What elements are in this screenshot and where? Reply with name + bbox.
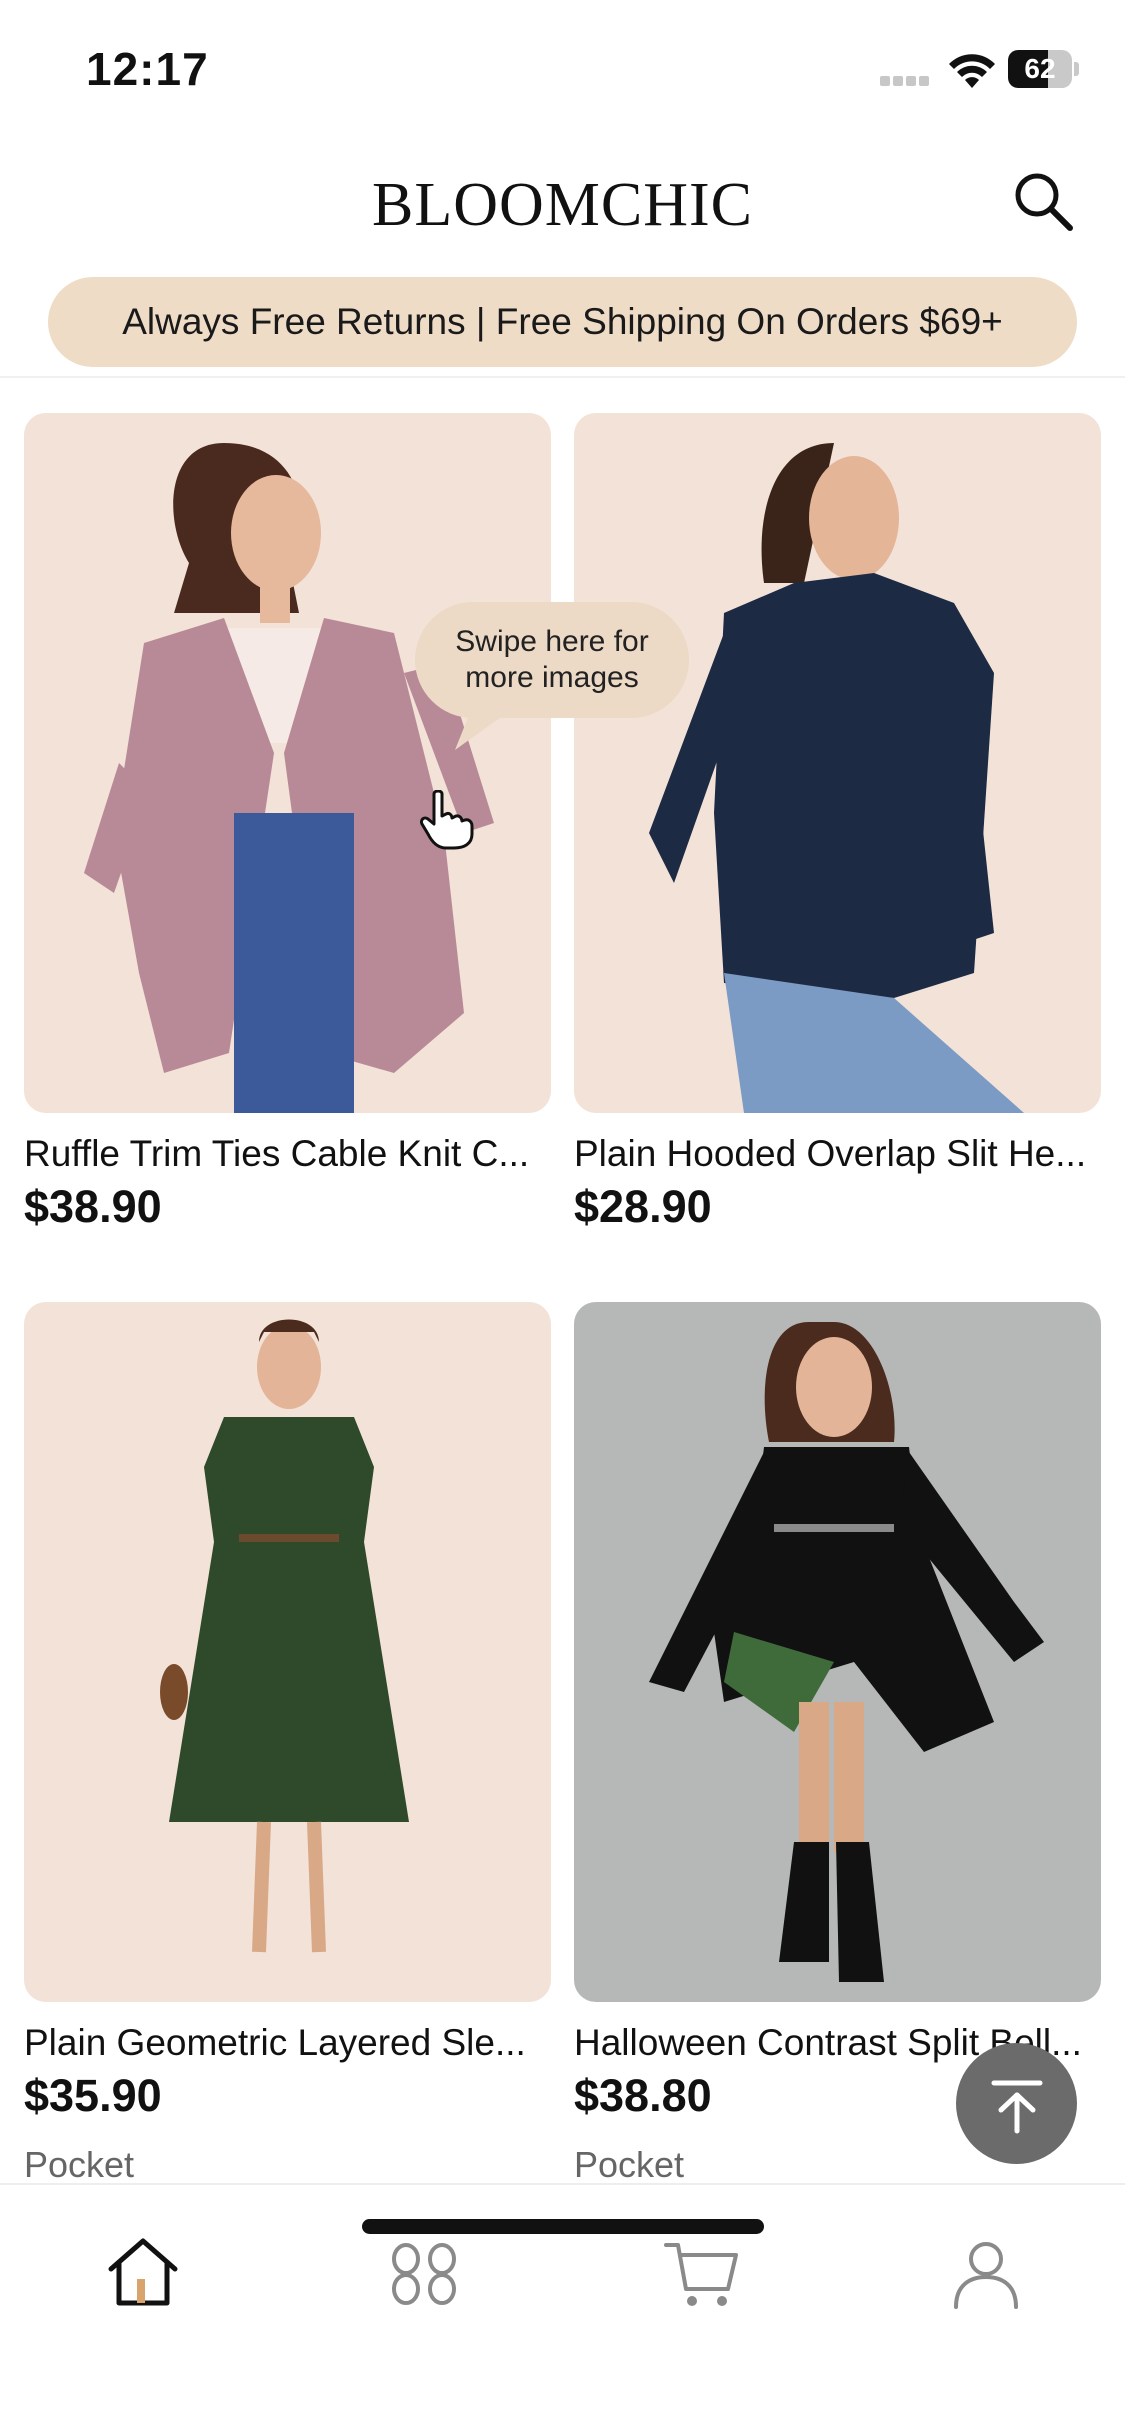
tab-cart[interactable] bbox=[662, 2233, 742, 2313]
home-icon bbox=[108, 2238, 178, 2306]
cellular-signal-icon bbox=[880, 73, 932, 91]
product-image[interactable] bbox=[24, 1302, 551, 2002]
brand-logo[interactable]: BLOOMCHIC bbox=[0, 170, 1125, 241]
promo-banner[interactable]: Always Free Returns | Free Shipping On O… bbox=[48, 277, 1077, 367]
search-icon[interactable] bbox=[1010, 168, 1076, 234]
cart-icon bbox=[664, 2243, 738, 2306]
product-name[interactable]: Ruffle Trim Ties Cable Knit C... bbox=[24, 1133, 551, 1175]
product-tag: Pocket bbox=[24, 2144, 135, 2185]
product-name[interactable]: Plain Geometric Layered Sle... bbox=[24, 2022, 551, 2064]
tooltip-line-1: Swipe here for bbox=[455, 625, 649, 658]
tab-home[interactable] bbox=[103, 2233, 183, 2313]
header: BLOOMCHIC bbox=[0, 140, 1125, 270]
hand-pointer-icon bbox=[420, 790, 474, 850]
arrow-up-icon bbox=[991, 2080, 1043, 2134]
status-time: 12:17 bbox=[86, 43, 209, 95]
product-price: $28.90 bbox=[574, 1181, 712, 1232]
scroll-to-top-button[interactable] bbox=[956, 2043, 1077, 2164]
category-icon bbox=[392, 2243, 456, 2305]
swipe-tooltip: Swipe here for more images bbox=[415, 602, 689, 718]
tab-account[interactable] bbox=[946, 2233, 1026, 2313]
product-price: $38.80 bbox=[574, 2070, 712, 2121]
wifi-icon bbox=[949, 54, 995, 88]
product-price: $35.90 bbox=[24, 2070, 162, 2121]
home-indicator bbox=[362, 2219, 764, 2234]
tooltip-line-2: more images bbox=[465, 661, 639, 694]
product-price: $38.90 bbox=[24, 1181, 162, 1232]
product-image[interactable] bbox=[574, 413, 1101, 1113]
product-name[interactable]: Plain Hooded Overlap Slit He... bbox=[574, 1133, 1101, 1175]
product-image[interactable] bbox=[24, 413, 551, 1113]
status-bar: 12:17 62 bbox=[0, 0, 1125, 140]
account-icon bbox=[954, 2242, 1018, 2309]
tab-category[interactable] bbox=[384, 2233, 464, 2313]
battery-level: 62 bbox=[1024, 53, 1056, 84]
divider bbox=[0, 376, 1125, 378]
battery-icon: 62 bbox=[1008, 50, 1079, 88]
product-image[interactable] bbox=[574, 1302, 1101, 2002]
product-tag: Pocket bbox=[574, 2144, 685, 2185]
